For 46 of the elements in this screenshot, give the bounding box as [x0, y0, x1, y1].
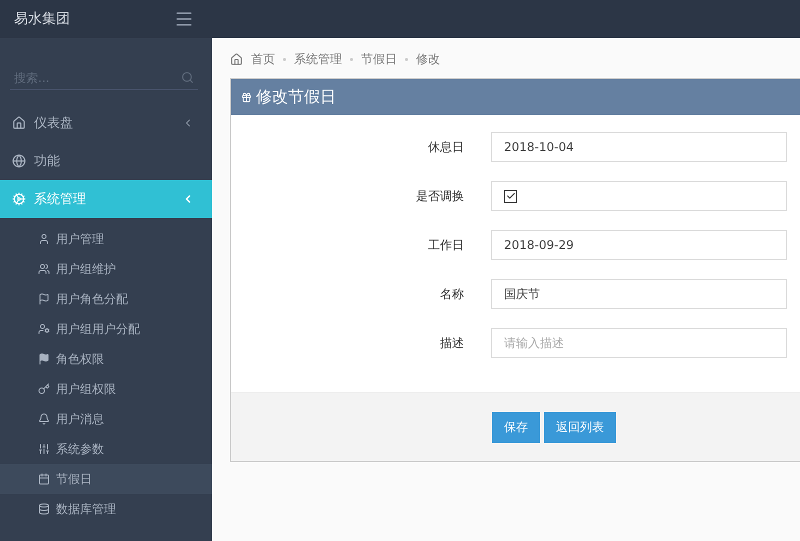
settings-icon: [12, 192, 26, 206]
breadcrumb-link[interactable]: 节假日: [361, 50, 397, 68]
sidebar-subitem[interactable]: 系统参数: [0, 434, 212, 464]
sidebar-subitem[interactable]: 用户组权限: [0, 374, 212, 404]
sidebar-subitem[interactable]: 用户管理: [0, 224, 212, 254]
sliders-icon: [38, 443, 50, 455]
sidebar-subitem[interactable]: 节假日: [0, 464, 212, 494]
users-icon: [38, 263, 50, 275]
field-label: 名称: [439, 286, 464, 302]
back-button[interactable]: 返回列表: [544, 412, 616, 442]
breadcrumb-link[interactable]: 修改: [416, 50, 440, 68]
input-field[interactable]: 国庆节: [491, 279, 787, 309]
home-icon: [12, 116, 26, 130]
save-button[interactable]: 保存: [492, 412, 540, 442]
sidebar-subitem[interactable]: 数据库管理: [0, 494, 212, 524]
field-label: 工作日: [427, 236, 464, 254]
sidebar-item[interactable]: 仪表盘: [0, 104, 212, 142]
calendar-icon: [38, 473, 50, 485]
bell-icon: [38, 413, 50, 425]
flag-icon: [38, 353, 50, 365]
panel-header: 修改节假日: [231, 79, 800, 115]
breadcrumb-link[interactable]: 系统管理: [294, 50, 342, 68]
check-icon: [506, 191, 516, 201]
input-field[interactable]: 请输入描述: [491, 328, 787, 358]
input-field[interactable]: 2018-09-29: [491, 230, 787, 260]
flag-icon: [38, 293, 50, 305]
sidebar-item[interactable]: 功能: [0, 142, 212, 180]
sidebar-subitem[interactable]: 用户组用户分配: [0, 314, 212, 344]
user-gear-icon: [38, 323, 50, 335]
field-label: 是否调换: [415, 188, 464, 204]
home-icon: [230, 52, 243, 66]
sidebar-subitem[interactable]: 用户消息: [0, 404, 212, 434]
input-field[interactable]: 2018-10-04: [491, 132, 787, 162]
database-icon: [38, 503, 50, 515]
user-icon: [38, 233, 50, 245]
sidebar-subitem[interactable]: 用户角色分配: [0, 284, 212, 314]
field-label: 休息日: [427, 138, 464, 156]
globe-icon: [12, 154, 26, 168]
brand-name: 易水集团: [14, 10, 70, 28]
key-icon: [38, 383, 50, 395]
breadcrumb-link[interactable]: 首页: [251, 50, 275, 68]
gift-icon: [241, 92, 252, 102]
sidebar-subitem[interactable]: 用户组维护: [0, 254, 212, 284]
sidebar-subitem[interactable]: 角色权限: [0, 344, 212, 374]
field-label: 描述: [439, 334, 464, 352]
checkbox[interactable]: [504, 190, 517, 202]
